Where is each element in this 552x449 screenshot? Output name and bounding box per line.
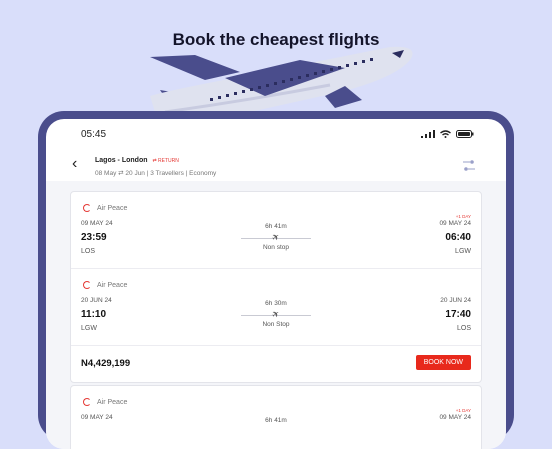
outbound-leg: Air Peace +1 DAY 09 MAY 24 09 MAY 24 23:… (71, 192, 481, 269)
status-time: 05:45 (81, 129, 107, 140)
trip-type: RETURN (158, 158, 179, 164)
battery-icon (456, 130, 474, 138)
airline-logo-icon (83, 204, 91, 212)
signal-icon (421, 130, 435, 138)
app-screen: 05:45 ‹ Lagos - London ⇄ RETURN 08 May ⇄… (46, 119, 506, 449)
departure-time: 23:59 (81, 232, 107, 243)
travellers: 3 Travellers (150, 170, 184, 177)
search-details: 08 May ⇄ 20 Jun | 3 Travellers | Economy (95, 170, 217, 177)
tablet-frame: 05:45 ‹ Lagos - London ⇄ RETURN 08 May ⇄… (38, 111, 514, 449)
airline-logo-icon (83, 281, 91, 289)
results-list: Air Peace +1 DAY 09 MAY 24 09 MAY 24 23:… (46, 181, 506, 449)
arrival-time: 17:40 (445, 309, 471, 320)
price-bar: N4,429,199 BOOK NOW (71, 346, 481, 382)
book-now-button[interactable]: BOOK NOW (415, 355, 471, 370)
stops: Non Stop (262, 321, 290, 328)
airline-name: Air Peace (97, 398, 128, 406)
route-label: Lagos - London (95, 157, 148, 164)
status-bar: 05:45 (81, 129, 474, 143)
airline-logo-icon (83, 398, 91, 406)
flight-duration: 6h 41m (265, 223, 287, 230)
departure-time: 11:10 (81, 309, 107, 320)
return-badge: ⇄ RETURN (152, 158, 179, 164)
stops: Non stop (262, 244, 290, 251)
outbound-leg: Air Peace +1 DAY 09 MAY 24 09 MAY 24 6h … (71, 386, 481, 449)
airline: Air Peace (83, 204, 127, 212)
airline: Air Peace (83, 398, 127, 406)
filter-icon[interactable] (462, 159, 476, 173)
airline-name: Air Peace (97, 204, 128, 212)
return-date: 20 Jun (125, 170, 145, 177)
return-leg: Air Peace 20 JUN 24 20 JUN 24 11:10 17:4… (71, 269, 481, 346)
cabin-class: Economy (189, 170, 217, 177)
next-day-badge: +1 DAY (455, 408, 471, 413)
price: N4,429,199 (81, 358, 131, 369)
flight-duration: 6h 41m (265, 417, 287, 424)
next-day-badge: +1 DAY (455, 214, 471, 219)
wifi-icon (440, 130, 451, 138)
arrival-time: 06:40 (445, 232, 471, 243)
flight-card[interactable]: Air Peace +1 DAY 09 MAY 24 09 MAY 24 6h … (70, 385, 482, 449)
flight-duration: 6h 30m (265, 300, 287, 307)
airline: Air Peace (83, 281, 127, 289)
route-summary: Lagos - London ⇄ RETURN (95, 157, 179, 164)
departure-date: 08 May (95, 170, 117, 177)
status-icons (421, 130, 474, 138)
airline-name: Air Peace (97, 281, 128, 289)
flight-card[interactable]: Air Peace +1 DAY 09 MAY 24 09 MAY 24 23:… (70, 191, 482, 383)
chevron-left-icon[interactable]: ‹ (72, 155, 77, 173)
